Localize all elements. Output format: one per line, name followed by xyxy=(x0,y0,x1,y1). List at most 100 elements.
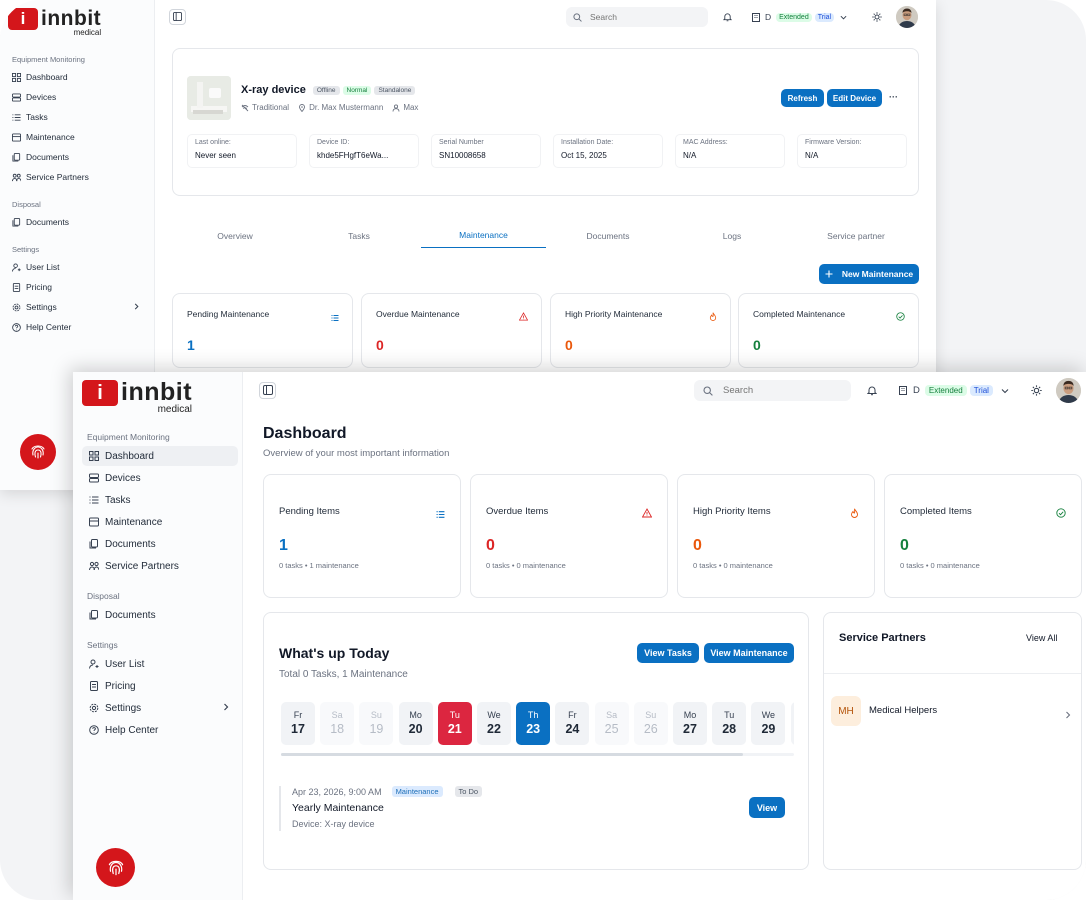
sidebar-item-dashboard[interactable]: Dashboard xyxy=(6,69,148,85)
sidebar-item-disposal-documents[interactable]: Documents xyxy=(6,214,148,230)
edit-device-button[interactable]: Edit Device xyxy=(827,89,882,107)
building-icon xyxy=(899,386,907,395)
refresh-button[interactable]: Refresh xyxy=(781,89,824,107)
calendar-day[interactable]: Mo 20 xyxy=(398,702,433,745)
sidebar-item-disposal-documents[interactable]: Documents xyxy=(82,605,238,625)
user-icon xyxy=(88,659,99,670)
view-tasks-button[interactable]: View Tasks xyxy=(637,643,699,663)
day-strip-scrollbar[interactable] xyxy=(281,753,794,756)
notifications-bell-icon[interactable] xyxy=(865,383,879,398)
sidebar-item-dashboard[interactable]: Dashboard xyxy=(82,446,238,466)
theme-toggle-sun-icon[interactable] xyxy=(870,10,884,24)
sidebar-item-label: Pricing xyxy=(26,282,52,292)
calendar-day[interactable]: Tu 21 xyxy=(437,702,472,745)
stat-card-completed-items[interactable]: Completed Items 0 0 tasks • 0 maintenanc… xyxy=(884,474,1082,598)
search-box[interactable] xyxy=(694,380,851,401)
event-datetime: Apr 23, 2026, 9:00 AM xyxy=(292,786,382,797)
event-type-tag: Maintenance xyxy=(391,786,443,797)
day-number: 24 xyxy=(565,722,580,736)
tab-service-partner[interactable]: Service partner xyxy=(794,231,918,248)
more-options-button[interactable]: ··· xyxy=(889,92,898,102)
sidebar-item-devices[interactable]: Devices xyxy=(82,468,238,488)
search-input[interactable] xyxy=(590,12,708,22)
tab-overview[interactable]: Overview xyxy=(173,231,297,248)
stat-card-pending-maintenance[interactable]: Pending Maintenance 1 xyxy=(172,293,353,368)
tab-maintenance[interactable]: Maintenance xyxy=(421,230,546,248)
sidebar-item-maintenance[interactable]: Maintenance xyxy=(82,512,238,532)
user-avatar[interactable] xyxy=(896,6,918,28)
new-maintenance-button[interactable]: New Maintenance xyxy=(819,264,919,284)
scrollbar-thumb[interactable] xyxy=(281,753,743,756)
sidebar-item-label: Service Partners xyxy=(105,560,179,572)
sidebar-item-service-partners[interactable]: Service Partners xyxy=(6,169,148,185)
stat-card-pending-items[interactable]: Pending Items 1 0 tasks • 1 maintenance xyxy=(263,474,461,598)
receipt-icon xyxy=(88,681,99,692)
calendar-day[interactable]: Tu 28 xyxy=(712,702,747,745)
stat-subtext: 0 tasks • 0 maintenance xyxy=(693,561,773,570)
stat-card-high-priority-maintenance[interactable]: High Priority Maintenance 0 xyxy=(550,293,731,368)
search-input[interactable] xyxy=(723,385,851,396)
calendar-day[interactable]: Fr 24 xyxy=(555,702,590,745)
search-box[interactable] xyxy=(566,7,708,27)
chevron-down-icon xyxy=(1001,387,1009,395)
grid-icon xyxy=(12,72,21,82)
partner-row[interactable]: MH Medical Helpers xyxy=(831,696,1077,726)
sidebar-item-settings[interactable]: Settings xyxy=(82,698,238,718)
stat-title: High Priority Maintenance xyxy=(565,309,663,319)
notifications-bell-icon[interactable] xyxy=(721,10,734,24)
person-icon xyxy=(392,103,400,112)
sidebar-item-tasks[interactable]: Tasks xyxy=(82,490,238,510)
day-number: 20 xyxy=(408,722,423,736)
calendar-day[interactable]: Mo 27 xyxy=(673,702,707,745)
calendar-day[interactable]: Sa 18 xyxy=(320,702,355,745)
sidebar-item-settings[interactable]: Settings xyxy=(6,299,148,315)
sidebar-item-user-list[interactable]: User List xyxy=(82,654,238,674)
stat-card-overdue-items[interactable]: Overdue Items 0 0 tasks • 0 maintenance xyxy=(470,474,668,598)
sidebar-item-documents[interactable]: Documents xyxy=(6,149,148,165)
sidebar-item-tasks[interactable]: Tasks xyxy=(6,109,148,125)
calendar-day[interactable]: We 29 xyxy=(751,702,786,745)
field-serial-number: Serial Number SN10008658 xyxy=(431,134,541,168)
theme-toggle-sun-icon[interactable] xyxy=(1029,383,1043,397)
fingerprint-button[interactable] xyxy=(20,434,56,470)
fingerprint-button[interactable] xyxy=(96,848,135,887)
user-avatar[interactable] xyxy=(1056,378,1081,403)
sidebar-item-service-partners[interactable]: Service Partners xyxy=(82,556,238,576)
day-name: Su xyxy=(645,710,657,720)
sidebar-item-user-list[interactable]: User List xyxy=(6,259,148,275)
stat-card-high-priority-items[interactable]: High Priority Items 0 0 tasks • 0 mainte… xyxy=(677,474,875,598)
calendar-day[interactable]: We 22 xyxy=(477,702,511,745)
sidebar-item-pricing[interactable]: Pricing xyxy=(82,676,238,696)
stat-card-overdue-maintenance[interactable]: Overdue Maintenance 0 xyxy=(361,293,542,368)
field-value: khde5FHgfT6eWa... xyxy=(317,151,389,160)
view-maintenance-button[interactable]: View Maintenance xyxy=(704,643,794,663)
calendar-day[interactable]: Su 19 xyxy=(359,702,394,745)
sidebar-toggle-button[interactable] xyxy=(259,382,276,399)
sidebar-item-help-center[interactable]: Help Center xyxy=(6,319,148,335)
brand-logo[interactable]: i innbit medical xyxy=(82,380,192,415)
sidebar-item-pricing[interactable]: Pricing xyxy=(6,279,148,295)
tenant-switcher[interactable]: D Extended Trial xyxy=(752,10,847,24)
help-icon xyxy=(12,322,21,332)
sidebar-item-devices[interactable]: Devices xyxy=(6,89,148,105)
day-number: 29 xyxy=(761,722,776,736)
sidebar-item-maintenance[interactable]: Maintenance xyxy=(6,129,148,145)
stat-card-completed-maintenance[interactable]: Completed Maintenance 0 xyxy=(738,293,919,368)
calendar-day[interactable]: Th 23 xyxy=(516,702,551,745)
brand-logo[interactable]: i innbit medical xyxy=(8,8,101,37)
tab-logs[interactable]: Logs xyxy=(670,231,794,248)
view-all-link[interactable]: View All xyxy=(1026,633,1057,643)
view-event-button[interactable]: View xyxy=(749,797,785,818)
sidebar-toggle-button[interactable] xyxy=(169,9,186,25)
sidebar-item-help-center[interactable]: Help Center xyxy=(82,720,238,740)
tenant-switcher[interactable]: D Extended Trial xyxy=(899,383,1009,398)
calendar-day-partial[interactable] xyxy=(790,702,794,745)
sidebar-item-documents[interactable]: Documents xyxy=(82,534,238,554)
tab-documents[interactable]: Documents xyxy=(546,231,670,248)
calendar-day[interactable]: Su 26 xyxy=(633,702,668,745)
calendar-day[interactable]: Fr 17 xyxy=(281,702,315,745)
calendar-day[interactable]: Sa 25 xyxy=(594,702,629,745)
stat-title: Completed Items xyxy=(900,506,972,517)
tab-tasks[interactable]: Tasks xyxy=(297,231,421,248)
flame-icon xyxy=(709,308,717,326)
